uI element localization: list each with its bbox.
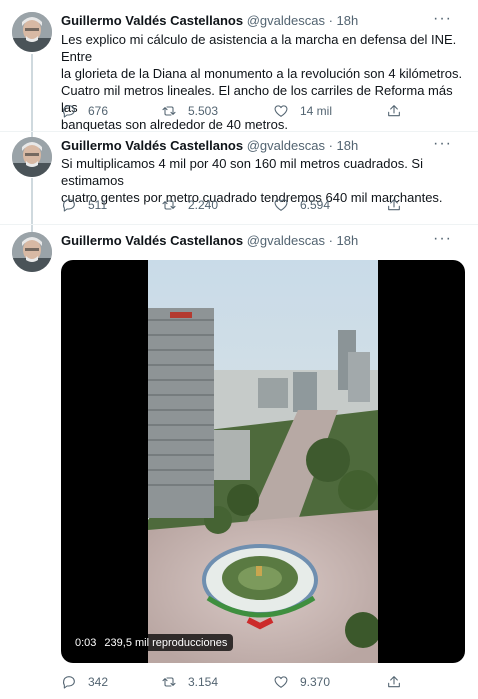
author-handle[interactable]: @gvaldescas: [247, 138, 325, 153]
reply-count: 342: [88, 675, 109, 689]
reply-button[interactable]: 511: [61, 195, 107, 215]
like-button[interactable]: 9.370: [273, 672, 330, 692]
tweet-text-line: Les explico mi cálculo de asistencia a l…: [61, 32, 457, 64]
like-button[interactable]: 14 mil: [273, 101, 332, 121]
separator: ·: [328, 138, 333, 153]
reply-icon: [63, 199, 75, 212]
tweet-1[interactable]: Guillermo Valdés Castellanos @gvaldescas…: [0, 0, 478, 132]
avatar[interactable]: [12, 12, 52, 52]
like-count: 14 mil: [300, 104, 333, 118]
tweet-time[interactable]: 18h: [337, 233, 359, 248]
tweet-header: Guillermo Valdés Castellanos @gvaldescas…: [61, 230, 466, 251]
retweet-count: 5.503: [188, 104, 219, 118]
video-timestamp: 0:03: [75, 636, 97, 649]
avatar-photo: [12, 137, 52, 177]
separator: ·: [328, 13, 333, 28]
video-player[interactable]: 0:03 239,5 mil reproducciones: [61, 260, 465, 663]
reply-count: 511: [88, 198, 108, 212]
retweet-count: 2.240: [188, 198, 219, 212]
video-frame[interactable]: [148, 260, 378, 663]
tweet-2[interactable]: Guillermo Valdés Castellanos @gvaldescas…: [0, 132, 478, 228]
reply-icon: [63, 105, 75, 118]
tweet-actions: 342 3.154 9.370: [61, 672, 465, 692]
heart-icon: [274, 676, 288, 688]
like-button[interactable]: 6.594: [273, 195, 330, 215]
avatar-photo: [12, 12, 52, 52]
reply-button[interactable]: 676: [61, 101, 108, 121]
retweet-button[interactable]: 3.154: [161, 672, 218, 692]
tweet-time[interactable]: 18h: [337, 138, 359, 153]
heart-icon: [274, 199, 288, 211]
retweet-button[interactable]: 2.240: [161, 195, 218, 215]
tweet-header: Guillermo Valdés Castellanos @gvaldescas…: [61, 10, 466, 31]
more-icon[interactable]: ···: [433, 135, 452, 153]
like-count: 9.370: [300, 675, 331, 689]
share-icon: [388, 676, 400, 688]
retweet-icon: [162, 106, 176, 116]
share-button[interactable]: [386, 195, 413, 215]
avatar[interactable]: [12, 232, 52, 272]
reply-button[interactable]: 342: [61, 672, 108, 692]
heart-icon: [274, 105, 288, 117]
avatar-photo: [12, 232, 52, 272]
retweet-count: 3.154: [188, 675, 219, 689]
video-thumbnail: [148, 260, 378, 663]
author-name[interactable]: Guillermo Valdés Castellanos: [61, 233, 243, 248]
share-button[interactable]: [386, 672, 413, 692]
avatar[interactable]: [12, 137, 52, 177]
tweet-actions: 511 2.240 6.594: [61, 195, 465, 215]
share-button[interactable]: [386, 101, 413, 121]
tweet-actions: 676 5.503 14 mil: [61, 101, 465, 121]
tweet-text-line: la glorieta de la Diana al monumento a l…: [61, 66, 463, 81]
separator: ·: [328, 233, 333, 248]
video-views: 239,5 mil reproducciones: [104, 636, 228, 649]
share-icon: [388, 105, 400, 117]
tweet-header: Guillermo Valdés Castellanos @gvaldescas…: [61, 135, 466, 156]
author-name[interactable]: Guillermo Valdés Castellanos: [61, 138, 243, 153]
like-count: 6.594: [300, 198, 331, 212]
retweet-button[interactable]: 5.503: [161, 101, 218, 121]
author-handle[interactable]: @gvaldescas: [247, 13, 325, 28]
video-info-badge: 0:03 239,5 mil reproducciones: [69, 634, 234, 651]
retweet-icon: [162, 677, 176, 687]
reply-count: 676: [88, 104, 109, 118]
tweet-time[interactable]: 18h: [337, 13, 359, 28]
tweet-text-line: Si multiplicamos 4 mil por 40 son 160 mi…: [61, 156, 423, 188]
author-name[interactable]: Guillermo Valdés Castellanos: [61, 13, 243, 28]
more-icon[interactable]: ···: [433, 230, 452, 248]
share-icon: [388, 199, 400, 211]
more-icon[interactable]: ···: [433, 10, 452, 28]
reply-icon: [63, 676, 75, 689]
retweet-icon: [162, 200, 176, 210]
author-handle[interactable]: @gvaldescas: [247, 233, 325, 248]
